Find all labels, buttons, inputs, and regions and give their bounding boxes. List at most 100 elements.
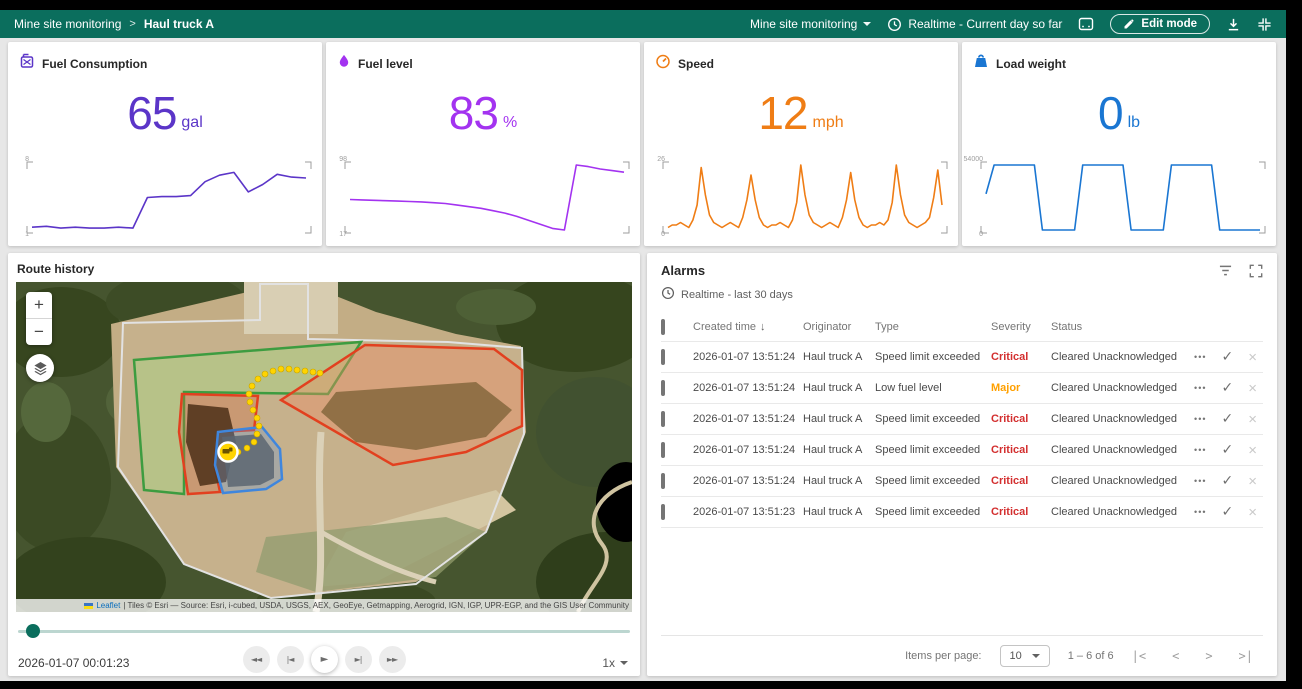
- alarms-timewindow-label: Realtime - last 30 days: [681, 289, 793, 301]
- more-actions-icon[interactable]: •••: [1194, 507, 1206, 517]
- kpi-title: Speed: [678, 57, 714, 71]
- col-created-time[interactable]: Created time↓: [693, 321, 803, 333]
- acknowledge-icon[interactable]: ✓: [1222, 504, 1234, 520]
- row-checkbox[interactable]: [661, 349, 665, 365]
- breadcrumb-root[interactable]: Mine site monitoring: [14, 17, 121, 31]
- sparkline-chart: 260: [654, 158, 950, 238]
- screenshot-icon[interactable]: [1078, 16, 1094, 32]
- kpi-card-load-weight: Load weight 0 lb 540000: [962, 42, 1276, 246]
- row-checkbox[interactable]: [661, 380, 665, 396]
- alarm-severity: Critical: [991, 444, 1051, 456]
- row-checkbox[interactable]: [661, 411, 665, 427]
- more-actions-icon[interactable]: •••: [1194, 476, 1206, 486]
- next-page-button[interactable]: >: [1205, 649, 1212, 663]
- weight-icon: [973, 53, 989, 74]
- fast-forward-button[interactable]: ►►: [379, 646, 406, 673]
- skip-next-button[interactable]: ►|: [345, 646, 372, 673]
- chevron-down-icon: [620, 661, 628, 665]
- col-status[interactable]: Status: [1051, 321, 1187, 333]
- filter-icon[interactable]: [1218, 264, 1233, 278]
- last-page-button[interactable]: >|: [1239, 649, 1253, 663]
- alarms-table: Created time↓ Originator Type Severity S…: [661, 313, 1263, 676]
- leaflet-link[interactable]: Leaflet: [96, 601, 120, 610]
- clear-icon[interactable]: ×: [1248, 411, 1257, 428]
- dashboard-select[interactable]: Mine site monitoring: [750, 17, 871, 31]
- alarm-created-time: 2026-01-07 13:51:24: [693, 413, 803, 425]
- alarm-row[interactable]: 2026-01-07 13:51:23 Haul truck A Speed l…: [661, 497, 1263, 528]
- attribution-text: | Tiles © Esri — Source: Esri, i-cubed, …: [123, 601, 629, 610]
- truck-marker: [219, 443, 238, 462]
- page-size-select[interactable]: 10: [1000, 645, 1050, 667]
- alarm-type: Speed limit exceeded: [875, 506, 991, 518]
- clear-icon[interactable]: ×: [1248, 442, 1257, 459]
- acknowledge-icon[interactable]: ✓: [1222, 380, 1234, 396]
- alarm-severity: Critical: [991, 475, 1051, 487]
- toolbar-actions: Mine site monitoring Realtime - Current …: [750, 14, 1286, 34]
- collapse-fullscreen-icon[interactable]: [1257, 17, 1272, 32]
- select-all-checkbox[interactable]: [661, 319, 665, 335]
- alarm-row[interactable]: 2026-01-07 13:51:24 Haul truck A Speed l…: [661, 435, 1263, 466]
- alarm-row[interactable]: 2026-01-07 13:51:24 Haul truck A Speed l…: [661, 342, 1263, 373]
- map-layers-button[interactable]: [26, 354, 54, 382]
- route-map[interactable]: + − Leaflet | Tiles © Esri — Source: Esr…: [16, 282, 632, 612]
- slider-knob[interactable]: [26, 624, 40, 638]
- zoom-in-button[interactable]: +: [26, 292, 52, 318]
- alarm-status: Cleared Unacknowledged: [1051, 444, 1187, 456]
- alarm-status: Cleared Unacknowledged: [1051, 475, 1187, 487]
- clear-icon[interactable]: ×: [1248, 473, 1257, 490]
- alarm-originator: Haul truck A: [803, 475, 875, 487]
- dashboard-select-label: Mine site monitoring: [750, 17, 857, 31]
- playback-slider[interactable]: [18, 624, 630, 638]
- more-actions-icon[interactable]: •••: [1194, 445, 1206, 455]
- fast-rewind-button[interactable]: ◄◄: [243, 646, 270, 673]
- col-severity[interactable]: Severity: [991, 321, 1051, 333]
- acknowledge-icon[interactable]: ✓: [1222, 473, 1234, 489]
- route-history-title: Route history: [8, 253, 640, 282]
- more-actions-icon[interactable]: •••: [1194, 383, 1206, 393]
- alarms-table-body: 2026-01-07 13:51:24 Haul truck A Speed l…: [661, 342, 1263, 528]
- first-page-button[interactable]: |<: [1132, 649, 1146, 663]
- play-button[interactable]: ►: [311, 646, 338, 673]
- sparkline-chart: 540000: [972, 158, 1268, 238]
- col-originator[interactable]: Originator: [803, 321, 875, 333]
- more-actions-icon[interactable]: •••: [1194, 352, 1206, 362]
- acknowledge-icon[interactable]: ✓: [1222, 442, 1234, 458]
- more-actions-icon[interactable]: •••: [1194, 414, 1206, 424]
- alarm-originator: Haul truck A: [803, 413, 875, 425]
- map-attribution: Leaflet | Tiles © Esri — Source: Esri, i…: [16, 599, 632, 612]
- kpi-card-fuel-level: Fuel level 83 % 9817: [326, 42, 640, 246]
- playback-speed-select[interactable]: 1x: [602, 656, 628, 670]
- acknowledge-icon[interactable]: ✓: [1222, 411, 1234, 427]
- edit-mode-button[interactable]: Edit mode: [1110, 14, 1210, 34]
- alarm-status: Cleared Unacknowledged: [1051, 351, 1187, 363]
- zoom-out-button[interactable]: −: [26, 319, 52, 345]
- kpi-card-speed: Speed 12 mph 260: [644, 42, 958, 246]
- row-checkbox[interactable]: [661, 442, 665, 458]
- clear-icon[interactable]: ×: [1248, 349, 1257, 366]
- clear-icon[interactable]: ×: [1248, 380, 1257, 397]
- slider-track[interactable]: [18, 630, 630, 633]
- alarms-panel: Alarms Realtime - last 30 days: [647, 253, 1277, 676]
- kpi-value: 65: [127, 90, 176, 136]
- acknowledge-icon[interactable]: ✓: [1222, 349, 1234, 365]
- alarm-row[interactable]: 2026-01-07 13:51:24 Haul truck A Speed l…: [661, 404, 1263, 435]
- skip-previous-button[interactable]: |◄: [277, 646, 304, 673]
- alarm-row[interactable]: 2026-01-07 13:51:24 Haul truck A Low fue…: [661, 373, 1263, 404]
- clear-icon[interactable]: ×: [1248, 504, 1257, 521]
- top-toolbar: Mine site monitoring > Haul truck A Mine…: [0, 10, 1286, 38]
- row-checkbox[interactable]: [661, 473, 665, 489]
- playback-controls: 2026-01-07 00:01:23 ◄◄ |◄ ► ►| ►► 1x: [18, 644, 630, 681]
- route-history-panel: Route history: [8, 253, 640, 676]
- fuel-can-icon: [19, 53, 35, 74]
- fullscreen-icon[interactable]: [1249, 264, 1263, 278]
- download-icon[interactable]: [1226, 17, 1241, 32]
- chevron-down-icon: [863, 22, 871, 26]
- alarm-row[interactable]: 2026-01-07 13:51:24 Haul truck A Speed l…: [661, 466, 1263, 497]
- alarms-timewindow[interactable]: Realtime - last 30 days: [647, 278, 1277, 303]
- prev-page-button[interactable]: <: [1172, 649, 1179, 663]
- row-checkbox[interactable]: [661, 504, 665, 520]
- col-type[interactable]: Type: [875, 321, 991, 333]
- alarm-type: Speed limit exceeded: [875, 413, 991, 425]
- kpi-unit: gal: [181, 114, 202, 136]
- timewindow-button[interactable]: Realtime - Current day so far: [887, 17, 1062, 32]
